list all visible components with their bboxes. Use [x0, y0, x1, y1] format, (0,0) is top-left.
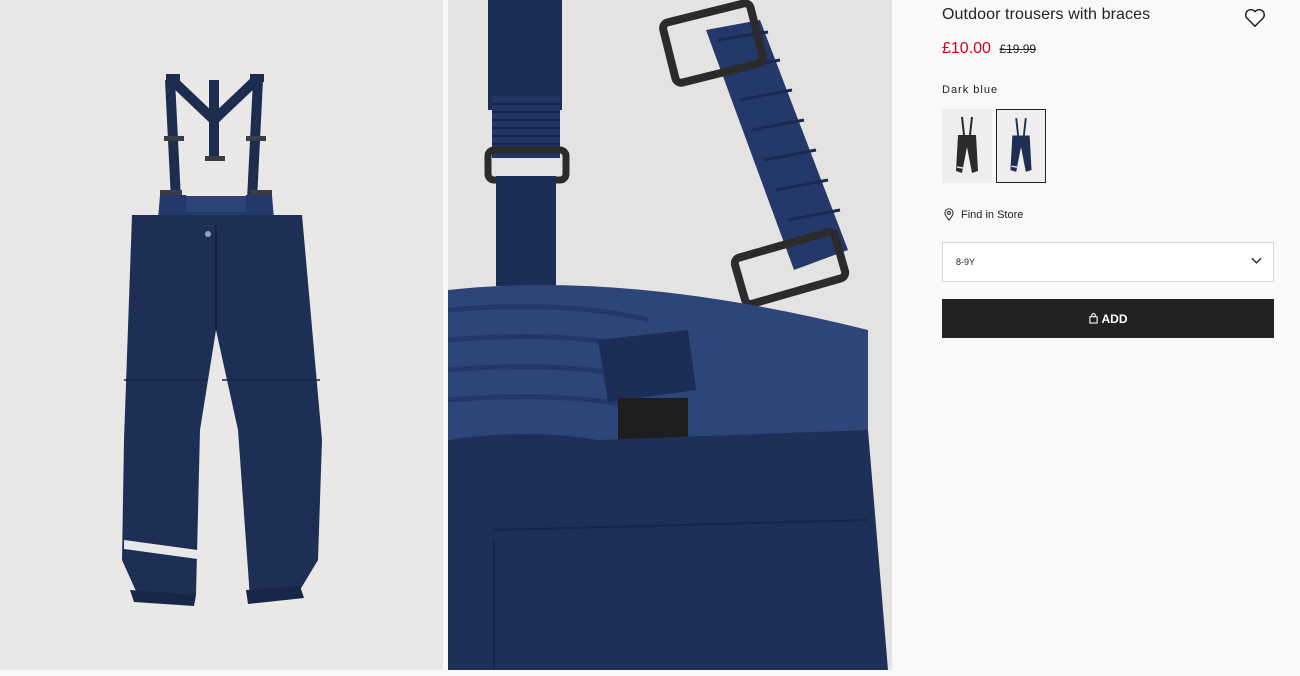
black-trousers-thumbnail — [956, 116, 978, 173]
trousers-full-illustration — [122, 74, 322, 606]
trousers-detail-illustration — [448, 0, 888, 670]
product-title: Outdoor trousers with braces — [942, 6, 1151, 23]
original-price: £19.99 — [999, 42, 1037, 56]
shopping-bag-icon — [1088, 313, 1098, 324]
price-row: £10.00 £19.99 — [942, 40, 1036, 58]
title-row: Outdoor trousers with braces — [942, 0, 1274, 34]
sale-price: £10.00 — [942, 40, 991, 57]
product-gallery — [0, 0, 892, 676]
find-in-store-label: Find in Store — [961, 208, 1024, 221]
selected-size: 8-9Y — [956, 257, 976, 267]
add-button-label: ADD — [1101, 311, 1128, 326]
heart-icon — [1245, 8, 1265, 27]
add-to-bag-button[interactable]: ADD — [942, 299, 1274, 338]
chevron-down-icon — [1251, 257, 1262, 264]
product-image-detail[interactable] — [448, 0, 892, 670]
dark-blue-trousers-thumbnail — [1010, 118, 1032, 172]
product-details: Outdoor trousers with braces £10.00 £19.… — [942, 0, 1274, 338]
favorite-button[interactable] — [1244, 8, 1266, 28]
location-pin-icon — [944, 208, 954, 221]
swatch-dark-blue[interactable] — [996, 109, 1046, 183]
product-image-full[interactable] — [0, 0, 443, 670]
size-dropdown[interactable]: 8-9Y — [942, 242, 1274, 282]
selected-color-label: Dark blue — [942, 84, 999, 96]
swatch-black[interactable] — [942, 109, 992, 183]
find-in-store-link[interactable]: Find in Store — [944, 208, 1023, 221]
